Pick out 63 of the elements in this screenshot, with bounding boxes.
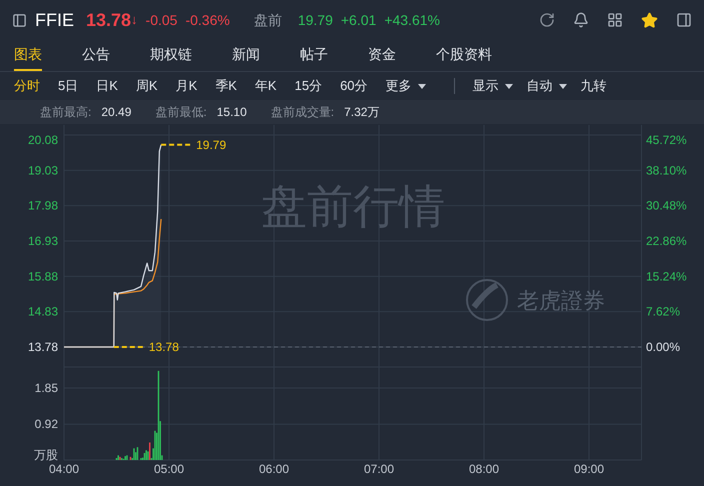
axis-label: 30.48% [646,198,687,213]
option-button[interactable]: 九转 [580,76,607,96]
session-price: 19.79 [298,10,333,30]
session-label: 盘前 [254,10,282,30]
axis-label: 17.98 [28,198,58,213]
stock-symbol: FFIE [35,8,74,32]
tab[interactable]: 帖子 [300,40,328,71]
axis-label: 45.72% [646,133,687,147]
axis-label: 0.92 [34,417,58,432]
tab[interactable]: 公告 [82,40,110,71]
stat-label: 盘前最高: [40,104,92,121]
watermark-brand: 老虎證券 [517,288,605,313]
axis-label: 14.83 [28,304,58,319]
axis-label: 20.08 [28,133,58,147]
price-arrow: ↓ [131,11,138,30]
session-change: +6.01 [340,10,376,30]
axis-unit: 万股 [34,448,58,462]
annotation: 13.78 [148,340,180,354]
tab[interactable]: 新闻 [232,40,260,71]
stat-label: 盘前成交量: [270,104,334,121]
annotation: 19.79 [196,138,226,152]
axis-label: 15.24% [646,269,687,284]
tab[interactable]: 期权链 [150,40,192,71]
axis-label: 0.00% [646,340,680,354]
axis-label: 7.62% [646,304,680,319]
axis-label: 16.93 [28,234,58,248]
axis-label: 04:00 [48,462,80,476]
period-tab[interactable]: 更多 [386,76,426,96]
option-button[interactable]: 自动 [526,76,567,96]
price-change: -0.05 [146,10,178,30]
axis-label: 1.85 [34,381,58,396]
tab[interactable]: 个股资料 [436,40,492,71]
price-callout: 13.78 [114,340,179,354]
axis-label: 13.78 [28,340,58,354]
axis-label: 07:00 [364,462,394,476]
tab[interactable]: 资金 [368,40,396,71]
axis-label: 06:00 [258,462,290,476]
axis-label: 22.86% [646,234,687,248]
stat-value: 20.49 [101,104,132,121]
axis-label: 19.03 [28,163,58,178]
stat-value: 15.10 [216,104,247,121]
axis-label: 05:00 [154,462,184,476]
price-change-percent: -0.36% [185,10,230,30]
axis-label: 38.10% [646,163,687,178]
stock-price: 13.78 [86,8,132,32]
period-tab[interactable]: 季K [215,76,237,96]
stat-value: 7.32万 [344,104,380,121]
axis-label: 15.88 [28,269,58,284]
period-tab[interactable]: 月K [176,76,198,96]
price-callout: 19.79 [161,138,226,152]
option-button[interactable]: 显示 [472,76,513,96]
stat-label: 盘前最低: [155,104,207,121]
tab[interactable]: 图表 [14,40,42,71]
period-tab[interactable]: 60分 [340,76,368,96]
period-tab[interactable]: 日K [96,76,118,96]
period-tab[interactable]: 分时 [14,76,40,96]
period-tab[interactable]: 周K [136,76,158,96]
axis-label: 08:00 [468,462,500,476]
period-tab[interactable]: 15分 [294,76,322,96]
period-tab[interactable]: 5日 [58,76,78,96]
axis-label: 09:00 [574,462,604,476]
period-tab[interactable]: 年K [254,76,277,96]
session-change-percent: +43.61% [384,10,440,30]
